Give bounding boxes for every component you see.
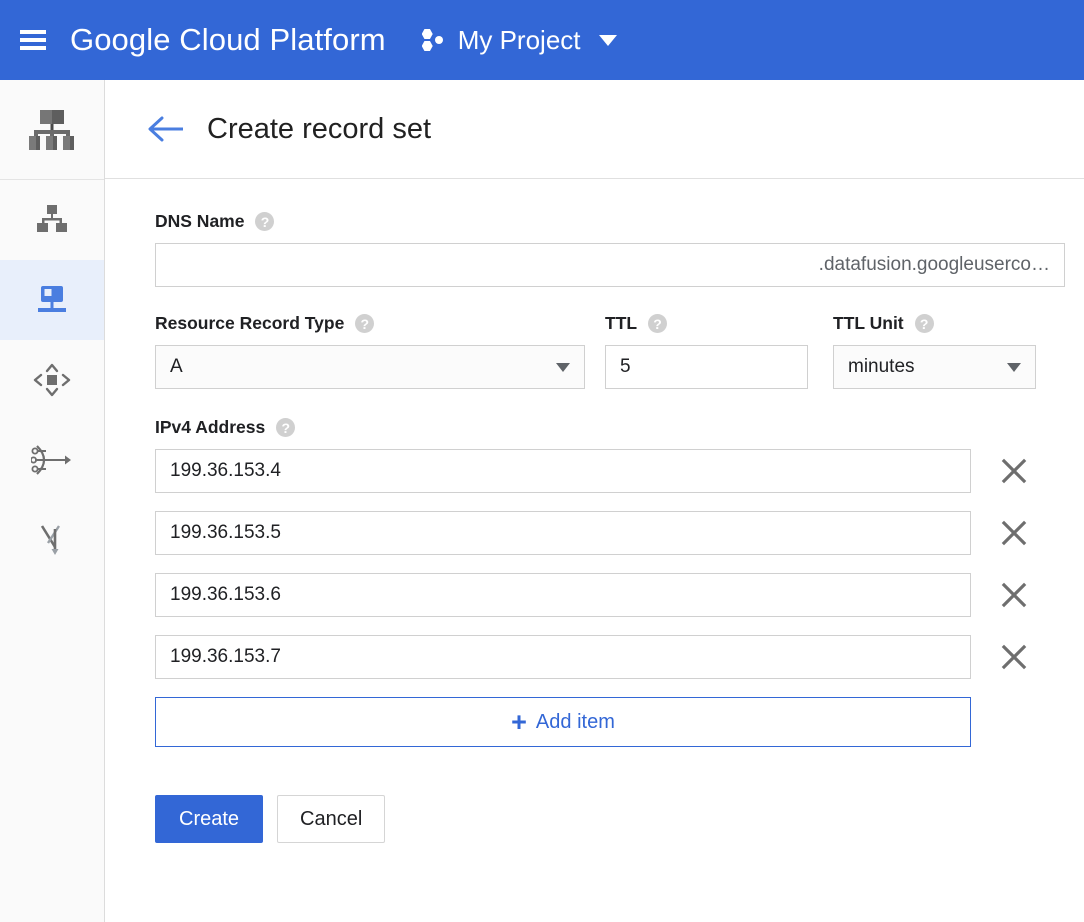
resource-record-type-label: Resource Record Type (155, 313, 344, 334)
resource-record-type-select[interactable]: A (155, 345, 585, 389)
top-app-bar: Google Cloud Platform My Project (0, 0, 1084, 80)
back-arrow-icon[interactable] (145, 114, 185, 144)
add-item-button[interactable]: + Add item (155, 697, 971, 747)
brand-title: Google Cloud Platform (70, 22, 386, 58)
ipv4-input[interactable] (155, 449, 971, 493)
help-icon[interactable]: ? (255, 212, 274, 231)
hierarchy-large-icon (25, 108, 79, 152)
close-x-icon[interactable] (993, 574, 1035, 616)
resource-record-type-group: Resource Record Type ? A (155, 313, 605, 389)
page-header: Create record set (105, 80, 1084, 179)
ipv4-row (155, 449, 1084, 493)
ttl-input[interactable] (605, 345, 808, 389)
split-icon (35, 523, 69, 557)
rail-item-desktop[interactable] (0, 260, 104, 340)
rail-item-hierarchy-large[interactable] (0, 80, 104, 180)
move-arrows-icon (32, 363, 72, 397)
ttl-unit-value: minutes (848, 356, 915, 378)
ipv4-section: IPv4 Address ? + Add item (155, 417, 1084, 747)
project-dots-icon (422, 28, 446, 52)
left-icon-rail (0, 80, 105, 922)
project-selector[interactable]: My Project (422, 25, 617, 56)
ipv4-input[interactable] (155, 635, 971, 679)
dns-name-label: DNS Name (155, 211, 244, 232)
plus-icon: + (511, 709, 527, 736)
hamburger-menu-icon[interactable] (20, 30, 46, 50)
ipv4-row (155, 573, 1084, 617)
ttl-unit-select[interactable]: minutes (833, 345, 1036, 389)
form-actions: Create Cancel (155, 795, 1084, 843)
main-content: Create record set DNS Name ? Resource Re… (105, 80, 1084, 922)
dns-name-row (155, 243, 1084, 287)
rail-item-split[interactable] (0, 500, 104, 580)
help-icon[interactable]: ? (276, 418, 295, 437)
cancel-button[interactable]: Cancel (277, 795, 385, 843)
hierarchy-icon (35, 205, 69, 235)
ttl-group: TTL ? (605, 313, 833, 389)
dns-name-input[interactable] (155, 243, 1065, 287)
ipv4-rows (155, 449, 1084, 679)
help-icon[interactable]: ? (648, 314, 667, 333)
ipv4-input[interactable] (155, 573, 971, 617)
desktop-monitor-icon (34, 284, 70, 316)
ipv4-input[interactable] (155, 511, 971, 555)
project-name-label: My Project (458, 25, 581, 56)
page-title: Create record set (207, 113, 431, 146)
ttl-label: TTL (605, 313, 637, 334)
close-x-icon[interactable] (993, 512, 1035, 554)
chevron-down-icon (599, 35, 617, 46)
close-x-icon[interactable] (993, 636, 1035, 678)
ipv4-label-row: IPv4 Address ? (155, 417, 1084, 438)
resource-record-type-value: A (170, 356, 183, 378)
record-config-row: Resource Record Type ? A TTL ? TTL Unit (155, 313, 1084, 389)
help-icon[interactable]: ? (355, 314, 374, 333)
create-button[interactable]: Create (155, 795, 263, 843)
add-item-label: Add item (536, 711, 615, 734)
rail-item-merge[interactable] (0, 420, 104, 500)
ipv4-row (155, 635, 1084, 679)
chevron-down-icon (1007, 363, 1021, 372)
help-icon[interactable]: ? (915, 314, 934, 333)
ipv4-row (155, 511, 1084, 555)
rail-item-move[interactable] (0, 340, 104, 420)
create-record-set-form: DNS Name ? Resource Record Type ? A TTL (105, 179, 1084, 843)
close-x-icon[interactable] (993, 450, 1035, 492)
dns-name-label-row: DNS Name ? (155, 211, 1084, 232)
ipv4-address-label: IPv4 Address (155, 417, 265, 438)
chevron-down-icon (556, 363, 570, 372)
ttl-unit-label: TTL Unit (833, 313, 904, 334)
rail-item-hierarchy[interactable] (0, 180, 104, 260)
merge-join-icon (31, 443, 73, 477)
ttl-unit-group: TTL Unit ? minutes (833, 313, 1036, 389)
